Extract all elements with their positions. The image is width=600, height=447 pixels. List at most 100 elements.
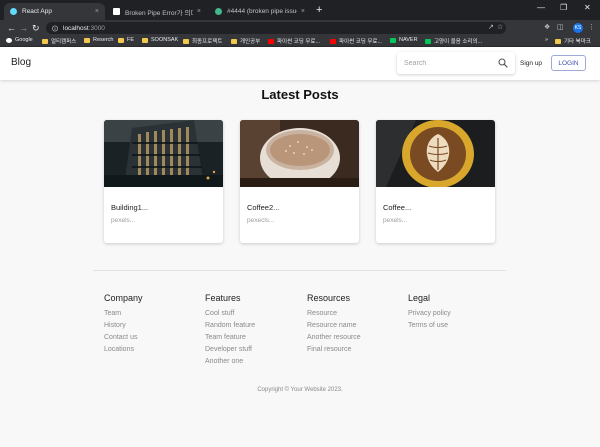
footer-link-team[interactable]: Team — [104, 308, 143, 320]
post-subtitle: pexels... — [383, 217, 408, 224]
footer-link-history[interactable]: History — [104, 320, 143, 332]
bookmark-star-icon[interactable]: ☆ — [497, 23, 503, 33]
browser-tab-react-app[interactable]: React App × — [4, 3, 105, 20]
bookmark-python-1[interactable]: 파이썬 코딩 무료... — [268, 37, 320, 45]
bookmark-label: SOONSAK — [151, 37, 179, 43]
bookmark-cat-sound[interactable]: 고양이 울음 소리의... — [425, 37, 482, 45]
google-icon — [6, 37, 12, 43]
footer-link-final-resource[interactable]: Final resource — [307, 344, 361, 356]
footer-heading: Legal — [408, 293, 431, 303]
bookmark-reserch[interactable]: Reserch — [84, 37, 113, 43]
reload-icon[interactable]: ↻ — [32, 22, 40, 34]
footer-link-cool-stuff[interactable]: Cool stuff — [205, 308, 255, 320]
back-arrow-icon[interactable]: ← — [7, 22, 16, 34]
login-button[interactable]: LOGIN — [551, 55, 586, 71]
app-bar: Blog Sign up LOGIN — [0, 47, 600, 80]
youtube-icon — [330, 38, 336, 44]
bookmark-label: Google — [15, 37, 33, 43]
folder-icon — [118, 37, 124, 43]
post-title: Building1... — [111, 203, 149, 212]
side-panel-icon[interactable]: ◫ — [557, 23, 564, 33]
folder-icon — [555, 38, 561, 44]
footer-link-locations[interactable]: Locations — [104, 344, 143, 356]
coffee-cup-image — [240, 120, 359, 187]
browser-tab-strip: React App × Broken Pipe Error가 의미와 대처 × … — [0, 0, 600, 20]
post-subtitle: pexecls... — [247, 217, 275, 224]
search-box — [397, 52, 515, 74]
django-favicon-icon — [215, 8, 222, 15]
bookmark-label: 파이썬 코딩 무료... — [339, 39, 383, 45]
footer-link-resource-name[interactable]: Resource name — [307, 320, 361, 332]
naver-icon — [425, 38, 431, 44]
footer-column-legal: Legal Privacy policy Terms of use — [408, 293, 451, 332]
bookmark-label: 최종프로젝트 — [192, 39, 223, 45]
post-subtitle: pexels... — [111, 217, 136, 224]
info-icon[interactable] — [52, 25, 58, 32]
bookmark-soonsak[interactable]: SOONSAK — [142, 37, 178, 43]
post-card[interactable]: Building1... pexels... — [104, 120, 223, 243]
bookmark-multicampus[interactable]: 멀티캠퍼스 — [42, 37, 76, 45]
footer-column-company: Company Team History Contact us Location… — [104, 293, 143, 356]
post-card[interactable]: Coffee2... pexecls... — [240, 120, 359, 243]
bookmark-label: 멀티캠퍼스 — [51, 39, 77, 45]
minimize-button[interactable]: — — [537, 3, 545, 12]
bookmark-label: 개인공부 — [240, 39, 261, 45]
building-image — [104, 120, 223, 187]
tab-close-icon[interactable]: × — [197, 8, 201, 15]
extensions-icon[interactable]: ❖ — [544, 23, 550, 33]
bookmark-personal-study[interactable]: 개인공부 — [231, 37, 260, 45]
footer-link-developer-stuff[interactable]: Developer stuff — [205, 344, 255, 356]
post-card[interactable]: Coffee... pexels... — [376, 120, 495, 243]
maximize-button[interactable]: ❐ — [560, 3, 567, 12]
chevron-double-right-icon: » — [545, 37, 549, 43]
bookmark-python-2[interactable]: 파이썬 코딩 무료... — [330, 37, 382, 45]
footer-link-privacy-policy[interactable]: Privacy policy — [408, 308, 451, 320]
other-bookmarks[interactable]: 기타 북마크 — [555, 37, 591, 45]
tab-title: React App — [22, 8, 52, 15]
bookmark-naver[interactable]: NAVER — [390, 37, 418, 43]
profile-avatar[interactable]: KS — [573, 23, 583, 33]
footer-link-team-feature[interactable]: Team feature — [205, 332, 255, 344]
footer-column-resources: Resources Resource Resource name Another… — [307, 293, 361, 356]
tab-close-icon[interactable]: × — [95, 8, 99, 15]
folder-icon — [183, 38, 189, 44]
bookmark-label: NAVER — [399, 37, 418, 43]
browser-toolbar: ← → ↻ localhost:3000 ↗ ☆ ❖ ◫ ⋮ — [0, 20, 600, 36]
bookmark-google[interactable]: Google — [6, 37, 33, 43]
folder-icon — [142, 37, 148, 43]
bookmark-fe[interactable]: FE — [118, 37, 134, 43]
footer-link-contact[interactable]: Contact us — [104, 332, 143, 344]
signup-button[interactable]: Sign up — [520, 60, 542, 67]
bookmark-label: 파이썬 코딩 무료... — [277, 39, 321, 45]
bookmark-label: 기타 북마크 — [564, 39, 591, 45]
url-port: :3000 — [88, 24, 105, 32]
browser-tab-django-issue[interactable]: #4444 (broken pipe issue) – Dja × — [209, 3, 311, 20]
footer-link-resource[interactable]: Resource — [307, 308, 361, 320]
footer-divider — [93, 270, 506, 271]
menu-kebab-icon[interactable]: ⋮ — [588, 23, 595, 33]
bookmark-label: 고양이 울음 소리의... — [434, 39, 483, 45]
forward-arrow-icon[interactable]: → — [19, 22, 28, 34]
post-title: Coffee... — [383, 203, 412, 212]
bookmark-final-project[interactable]: 최종프로젝트 — [183, 37, 222, 45]
new-tab-button[interactable]: + — [316, 4, 322, 16]
footer-heading: Resources — [307, 293, 351, 303]
footer-link-another-resource[interactable]: Another resource — [307, 332, 361, 344]
search-icon[interactable] — [498, 58, 508, 68]
tab-close-icon[interactable]: × — [301, 8, 305, 15]
react-favicon-icon — [10, 8, 17, 15]
footer-link-random-feature[interactable]: Random feature — [205, 320, 255, 332]
post-title: Coffee2... — [247, 203, 280, 212]
bookmark-label: FE — [127, 37, 135, 43]
bookmark-label: Reserch — [93, 37, 114, 43]
footer-link-another-one[interactable]: Another one — [205, 356, 255, 368]
brand-logo[interactable]: Blog — [11, 57, 31, 68]
bookmarks-overflow-button[interactable]: » — [545, 37, 548, 43]
close-window-button[interactable]: ✕ — [584, 3, 591, 12]
footer-link-terms-of-use[interactable]: Terms of use — [408, 320, 451, 332]
browser-tab-broken-pipe[interactable]: Broken Pipe Error가 의미와 대처 × — [107, 3, 207, 20]
search-input[interactable] — [404, 59, 492, 67]
address-bar[interactable]: localhost:3000 — [46, 22, 506, 34]
latte-art-image — [376, 120, 495, 187]
share-icon[interactable]: ↗ — [488, 23, 494, 33]
